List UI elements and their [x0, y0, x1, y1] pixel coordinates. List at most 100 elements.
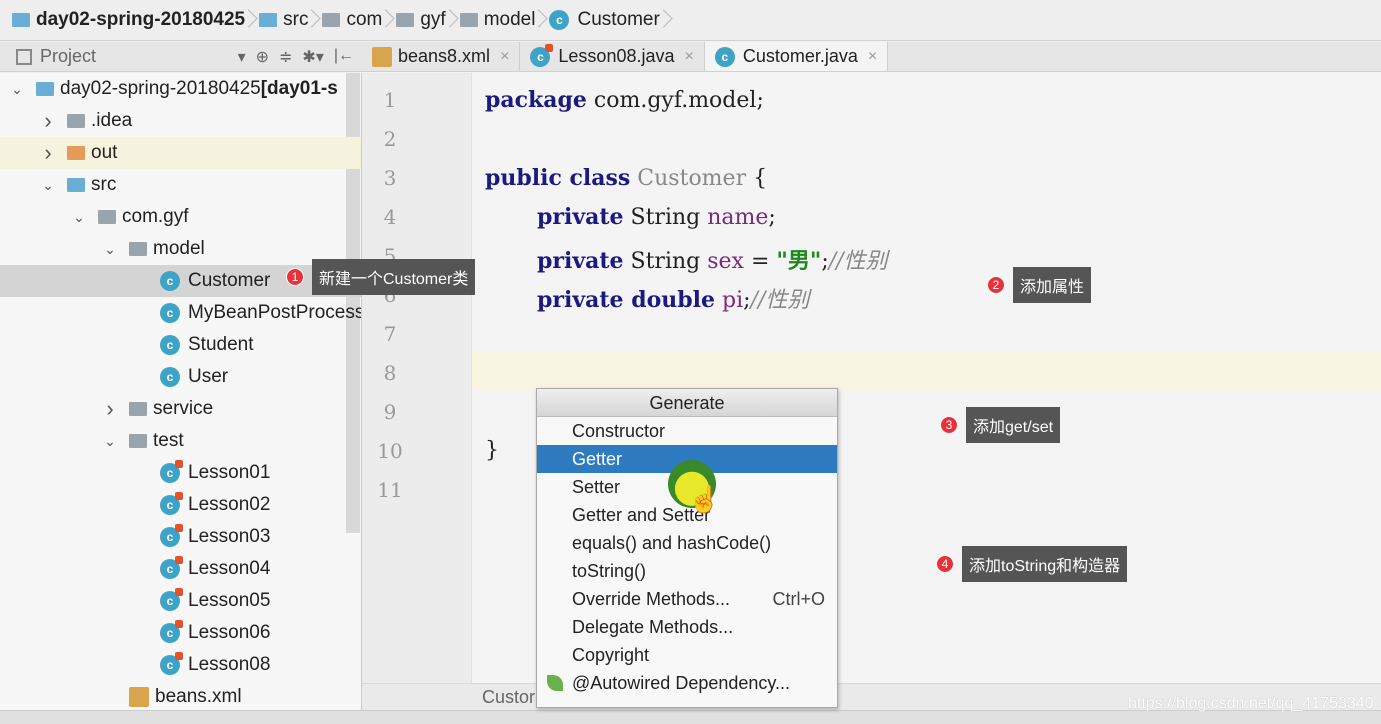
tree-item[interactable]: c Lesson01 [0, 457, 361, 489]
chevron-down-icon[interactable]: ⌄ [103, 433, 117, 450]
text: package [485, 87, 587, 113]
text: 1 [286, 268, 304, 286]
text: Customer [577, 9, 660, 30]
tree-item[interactable]: c Lesson06 [0, 617, 361, 649]
menu-item[interactable]: equals() and hashCode() [537, 529, 837, 557]
folder-icon [67, 114, 85, 128]
locate-icon[interactable]: ⊕ [256, 47, 269, 67]
breadcrumb-project[interactable]: day02-spring-20180425 [0, 0, 253, 40]
breadcrumb-gyf[interactable]: gyf [390, 0, 453, 40]
tree-item[interactable]: › out [0, 137, 361, 169]
dropdown-icon[interactable]: ▾ [238, 47, 246, 67]
project-tree: ⌄ day02-spring-20180425 [day01-s › .idea › ou… [0, 73, 362, 710]
text: ; [768, 205, 776, 230]
breadcrumb-com[interactable]: com [316, 0, 390, 40]
menu-item[interactable]: Override Methods... Ctrl+O [537, 585, 837, 613]
menu-item[interactable]: Delegate Methods... [537, 613, 837, 641]
project-icon [16, 48, 32, 65]
gear-icon[interactable]: ✱▾ [302, 47, 323, 67]
breadcrumb-model[interactable]: model [454, 0, 544, 40]
text: name [707, 205, 769, 230]
menu-item[interactable]: @Autowired Dependency... [537, 669, 837, 697]
collapse-icon[interactable]: ≑ [279, 47, 292, 67]
line-gutter: 1 2 3 4 5 6 7 8 9 10 11 [362, 73, 472, 683]
menu-item-label: Copyright [572, 645, 650, 665]
menu-item[interactable]: toString() [537, 557, 837, 585]
tree-item[interactable]: c Lesson03 [0, 521, 361, 553]
tree-item[interactable]: c Lesson08 [0, 649, 361, 681]
package-icon [129, 434, 147, 448]
text: "男" [776, 248, 822, 274]
tree-item-label: Lesson06 [188, 622, 271, 643]
tab-customer-java[interactable]: c Customer.java × [704, 42, 889, 71]
editor-tabs: beans8.xml × c Lesson08.java × c Customer.ja… [362, 42, 1381, 72]
breadcrumb: day02-spring-20180425 src com gyf model … [0, 0, 1381, 41]
text: model [483, 9, 536, 30]
line-number: 1 [383, 88, 397, 112]
chevron-right-icon[interactable]: › [103, 396, 117, 422]
menu-item-label: Override Methods... [572, 589, 731, 609]
chevron-down-icon[interactable]: ⌄ [10, 81, 24, 98]
text: String [623, 249, 708, 274]
tree-item[interactable]: c Student [0, 329, 361, 361]
chevron-right-icon[interactable]: › [41, 140, 55, 166]
tree-item[interactable]: › service [0, 393, 361, 425]
tree-item[interactable]: c Lesson02 [0, 489, 361, 521]
class-icon: c [160, 303, 180, 323]
chevron-down-icon[interactable]: ⌄ [72, 209, 86, 226]
chevron-right-icon[interactable]: › [41, 108, 55, 134]
text: Lesson08.java [558, 46, 675, 66]
menu-item[interactable]: Copyright [537, 641, 837, 669]
tree-item[interactable]: ⌄ test [0, 425, 361, 457]
line-number: 2 [383, 127, 397, 151]
annotation-2: 2 添加属性 [987, 267, 1092, 303]
code-line-6: private double pi;//性别 [537, 282, 809, 314]
tree-item[interactable]: c Lesson04 [0, 553, 361, 585]
tree-item[interactable]: beans.xml [0, 681, 361, 710]
chevron-down-icon[interactable]: ⌄ [41, 177, 55, 194]
folder-orange-icon [67, 146, 85, 160]
tree-item[interactable]: › .idea [0, 105, 361, 137]
xml-icon [129, 687, 149, 707]
project-view-selector[interactable]: Project [40, 46, 96, 67]
spring-leaf-icon [547, 675, 563, 691]
class-icon: c [160, 367, 180, 387]
menu-item[interactable]: Constructor [537, 417, 837, 445]
tab-lesson08-java[interactable]: c Lesson08.java × [520, 42, 705, 71]
class-icon: c [549, 10, 570, 30]
tree-item[interactable]: c User [0, 361, 361, 393]
tree-item[interactable]: c Lesson05 [0, 585, 361, 617]
tree-item[interactable]: ⌄ day02-spring-20180425 [day01-s [0, 73, 361, 105]
close-icon[interactable]: × [868, 48, 877, 66]
menu-item-shortcut: Ctrl+O [772, 589, 825, 609]
line-number: 9 [383, 400, 397, 424]
test-class-icon: c [160, 588, 183, 611]
package-icon [129, 402, 147, 416]
close-icon[interactable]: × [685, 48, 694, 66]
menu-item-label: Delegate Methods... [572, 617, 734, 637]
chevron-down-icon[interactable]: ⌄ [103, 241, 117, 258]
text: String [623, 205, 708, 230]
class-icon: c [160, 335, 180, 355]
text: 4 [936, 555, 954, 573]
tree-item[interactable]: ⌄ com.gyf [0, 201, 361, 233]
text: 3 [940, 416, 958, 434]
close-icon[interactable]: × [500, 48, 509, 66]
tree-item[interactable]: ⌄ src [0, 169, 361, 201]
breadcrumb-customer[interactable]: c Customer [543, 0, 667, 40]
tree-item-label: Lesson02 [188, 494, 271, 515]
text: //性别 [750, 288, 810, 313]
module-icon [12, 13, 30, 27]
tab-beans8-xml[interactable]: beans8.xml × [362, 42, 521, 71]
menu-item-label: Setter [572, 477, 621, 497]
text: com.gyf.model; [586, 88, 764, 113]
code-editor[interactable]: 1 2 3 4 5 6 7 8 9 10 11 package com.gyf.model; pub… [362, 73, 1381, 683]
tree-item[interactable]: c MyBeanPostProcess [0, 297, 361, 329]
breadcrumb-src[interactable]: src [253, 0, 316, 40]
test-class-icon: c [160, 492, 183, 515]
tree-item-label: Lesson01 [188, 462, 271, 483]
package-icon [322, 13, 341, 27]
menu-item-label: Constructor [572, 421, 666, 441]
tree-item-label: User [188, 366, 229, 387]
hide-icon[interactable]: |← [334, 47, 354, 67]
